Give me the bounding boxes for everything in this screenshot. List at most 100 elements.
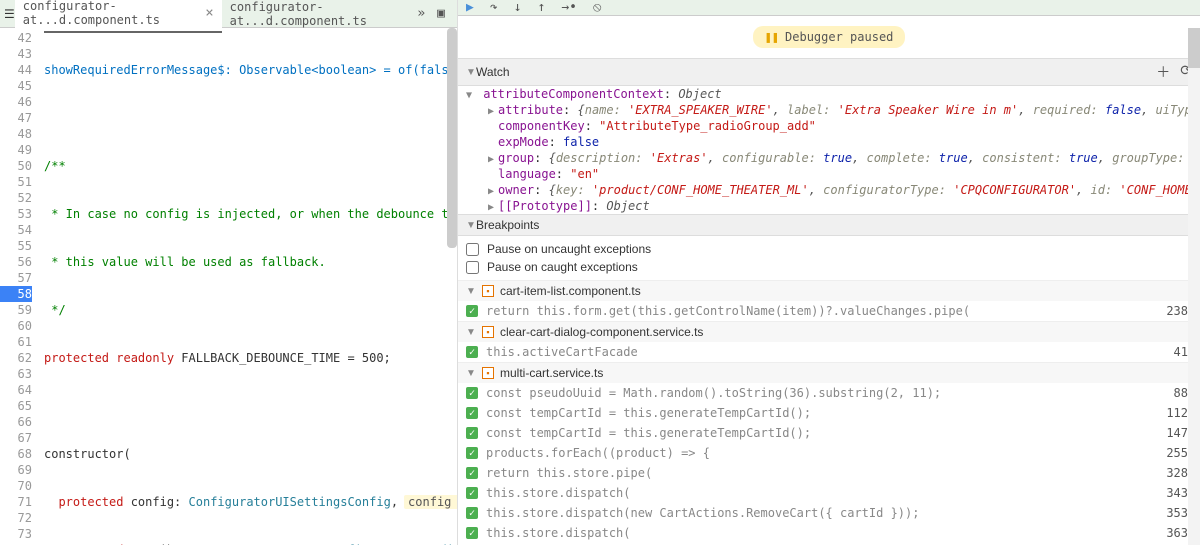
pause-caught-checkbox[interactable]: Pause on caught exceptions bbox=[466, 258, 1192, 276]
breakpoint-item[interactable]: ✓products.forEach((product) => {255 bbox=[458, 443, 1200, 463]
more-tabs-icon[interactable]: » bbox=[417, 6, 425, 21]
breakpoint-file-header[interactable]: ▼▪clear-cart-dialog-component.service.ts bbox=[458, 321, 1200, 342]
gutter-line[interactable]: 63 bbox=[0, 366, 32, 382]
breakpoint-badge-icon: ▪ bbox=[482, 367, 494, 379]
gutter-line[interactable]: 47 bbox=[0, 110, 32, 126]
source-panel: ☰ configurator-at...d.component.ts × con… bbox=[0, 0, 458, 545]
breakpoint-item[interactable]: ✓this.store.dispatch(363 bbox=[458, 523, 1200, 543]
watch-item[interactable]: ▶[[Prototype]]: Object bbox=[466, 198, 1200, 214]
step-icon[interactable]: →• bbox=[561, 0, 577, 15]
watch-item[interactable]: ▶owner: {key: 'product/CONF_HOME_THEATER… bbox=[466, 182, 1200, 198]
breakpoint-item[interactable]: ✓this.store.dispatch(new CartActions.Rem… bbox=[458, 503, 1200, 523]
gutter-line[interactable]: 71 bbox=[0, 494, 32, 510]
close-icon[interactable]: × bbox=[205, 5, 213, 21]
tab-label: configurator-at...d.component.ts bbox=[230, 0, 410, 28]
code-l48b: FALLBACK_DEBOUNCE_TIME = 500; bbox=[174, 351, 391, 365]
gutter-line[interactable]: 42 bbox=[0, 30, 32, 46]
tab-file-2[interactable]: configurator-at...d.component.ts bbox=[222, 0, 418, 32]
watch-section-header[interactable]: ▼ Watch ＋ ⟳ bbox=[458, 58, 1200, 86]
breakpoint-checked-icon[interactable]: ✓ bbox=[466, 467, 478, 479]
gutter-line[interactable]: 59 bbox=[0, 302, 32, 318]
breakpoint-badge-icon: ▪ bbox=[482, 326, 494, 338]
step-over-icon[interactable]: ↷ bbox=[490, 0, 498, 15]
breakpoint-checked-icon[interactable]: ✓ bbox=[466, 427, 478, 439]
watch-item[interactable]: componentKey: "AttributeType_radioGroup_… bbox=[466, 118, 1200, 134]
code-l42: showRequiredErrorMessage$: Observable<bo… bbox=[44, 63, 457, 77]
breakpoint-item[interactable]: ✓const pseudoUuid = Math.random().toStri… bbox=[458, 383, 1200, 403]
gutter-line[interactable]: 53 bbox=[0, 206, 32, 222]
gutter-line[interactable]: 52 bbox=[0, 190, 32, 206]
gutter-line[interactable]: 68 bbox=[0, 446, 32, 462]
gutter-line[interactable]: 43 bbox=[0, 46, 32, 62]
gutter-line[interactable]: 58 bbox=[0, 286, 32, 302]
breakpoint-file-header[interactable]: ▼▪multi-cart.service.ts bbox=[458, 362, 1200, 383]
gutter-line[interactable]: 72 bbox=[0, 510, 32, 526]
gutter-line[interactable]: 70 bbox=[0, 478, 32, 494]
code-l44: /** bbox=[44, 158, 457, 174]
breakpoint-item[interactable]: ✓return this.store.pipe(328 bbox=[458, 463, 1200, 483]
gutter-line[interactable]: 48 bbox=[0, 126, 32, 142]
chevron-down-icon: ▼ bbox=[466, 220, 476, 231]
breakpoint-checked-icon[interactable]: ✓ bbox=[466, 447, 478, 459]
gutter-line[interactable]: 73 bbox=[0, 526, 32, 542]
code-editor: 4243444546474849505152535455565758596061… bbox=[0, 28, 457, 545]
gutter-line[interactable]: 67 bbox=[0, 430, 32, 446]
breakpoint-item[interactable]: ✓const tempCartId = this.generateTempCar… bbox=[458, 423, 1200, 443]
breakpoints-section-header[interactable]: ▼ Breakpoints bbox=[458, 214, 1200, 236]
gutter-line[interactable]: 50 bbox=[0, 158, 32, 174]
gutter-line[interactable]: 61 bbox=[0, 334, 32, 350]
breakpoint-checked-icon[interactable]: ✓ bbox=[466, 387, 478, 399]
gutter-line[interactable]: 69 bbox=[0, 462, 32, 478]
add-watch-icon[interactable]: ＋ bbox=[1156, 62, 1170, 82]
breakpoint-checked-icon[interactable]: ✓ bbox=[466, 305, 478, 317]
gutter-line[interactable]: 54 bbox=[0, 222, 32, 238]
gutter-line[interactable]: 51 bbox=[0, 174, 32, 190]
step-into-icon[interactable]: ↓ bbox=[514, 0, 522, 15]
breakpoint-item[interactable]: ✓this.activeCartFacade41 bbox=[458, 342, 1200, 362]
gutter-line[interactable]: 65 bbox=[0, 398, 32, 414]
breakpoint-item[interactable]: ✓return this.form.get(this.getControlNam… bbox=[458, 301, 1200, 321]
gutter-line[interactable]: 66 bbox=[0, 414, 32, 430]
gutter-line[interactable]: 57 bbox=[0, 270, 32, 286]
gutter-line[interactable]: 44 bbox=[0, 62, 32, 78]
watch-root-item[interactable]: ▼ attributeComponentContext: Object bbox=[466, 86, 1200, 102]
watch-item[interactable]: ▶group: {description: 'Extras', configur… bbox=[466, 150, 1200, 166]
right-scrollbar[interactable] bbox=[1188, 28, 1200, 545]
gutter-line[interactable]: 56 bbox=[0, 254, 32, 270]
gutter-line[interactable]: 46 bbox=[0, 94, 32, 110]
gutter-line[interactable]: 55 bbox=[0, 238, 32, 254]
code-l45: * In case no config is injected, or when… bbox=[44, 206, 457, 222]
breakpoints-title: Breakpoints bbox=[476, 218, 539, 232]
breakpoint-checked-icon[interactable]: ✓ bbox=[466, 507, 478, 519]
watch-item[interactable]: ▶attribute: {name: 'EXTRA_SPEAKER_WIRE',… bbox=[466, 102, 1200, 118]
breakpoint-item[interactable]: ✓this.store.dispatch(343 bbox=[458, 483, 1200, 503]
breakpoint-checked-icon[interactable]: ✓ bbox=[466, 346, 478, 358]
gutter-line[interactable]: 45 bbox=[0, 78, 32, 94]
pause-uncaught-checkbox[interactable]: Pause on uncaught exceptions bbox=[466, 240, 1192, 258]
deactivate-breakpoints-icon[interactable]: ⦸ bbox=[593, 0, 601, 15]
breakpoint-checked-icon[interactable]: ✓ bbox=[466, 407, 478, 419]
code-lines: showRequiredErrorMessage$: Observable<bo… bbox=[44, 28, 457, 545]
breakpoint-checked-icon[interactable]: ✓ bbox=[466, 487, 478, 499]
panel-layout-icon[interactable]: ▣ bbox=[437, 6, 445, 21]
debugger-panel: ▶ ↷ ↓ ↑ →• ⦸ ❚❚ Debugger paused ▼ Watch … bbox=[458, 0, 1200, 545]
debugger-paused-banner: ❚❚ Debugger paused bbox=[458, 16, 1200, 58]
step-out-icon[interactable]: ↑ bbox=[537, 0, 545, 15]
code-l50: constructor( bbox=[44, 446, 457, 462]
tab-label: configurator-at...d.component.ts bbox=[23, 0, 199, 27]
code-scrollbar[interactable] bbox=[447, 28, 457, 248]
debugger-paused-label: Debugger paused bbox=[785, 30, 893, 44]
watch-item[interactable]: expMode: false bbox=[466, 134, 1200, 150]
gutter-line[interactable]: 62 bbox=[0, 350, 32, 366]
breakpoint-item[interactable]: ✓const tempCartId = this.generateTempCar… bbox=[458, 403, 1200, 423]
panel-icon[interactable]: ☰ bbox=[4, 7, 15, 21]
gutter-line[interactable]: 60 bbox=[0, 318, 32, 334]
scrollbar-thumb[interactable] bbox=[1188, 28, 1200, 68]
gutter: 4243444546474849505152535455565758596061… bbox=[0, 28, 44, 545]
resume-icon[interactable]: ▶ bbox=[466, 0, 474, 15]
breakpoint-file-header[interactable]: ▼▪cart-item-list.component.ts bbox=[458, 280, 1200, 301]
watch-item[interactable]: language: "en" bbox=[466, 166, 1200, 182]
gutter-line[interactable]: 49 bbox=[0, 142, 32, 158]
gutter-line[interactable]: 64 bbox=[0, 382, 32, 398]
breakpoint-checked-icon[interactable]: ✓ bbox=[466, 527, 478, 539]
